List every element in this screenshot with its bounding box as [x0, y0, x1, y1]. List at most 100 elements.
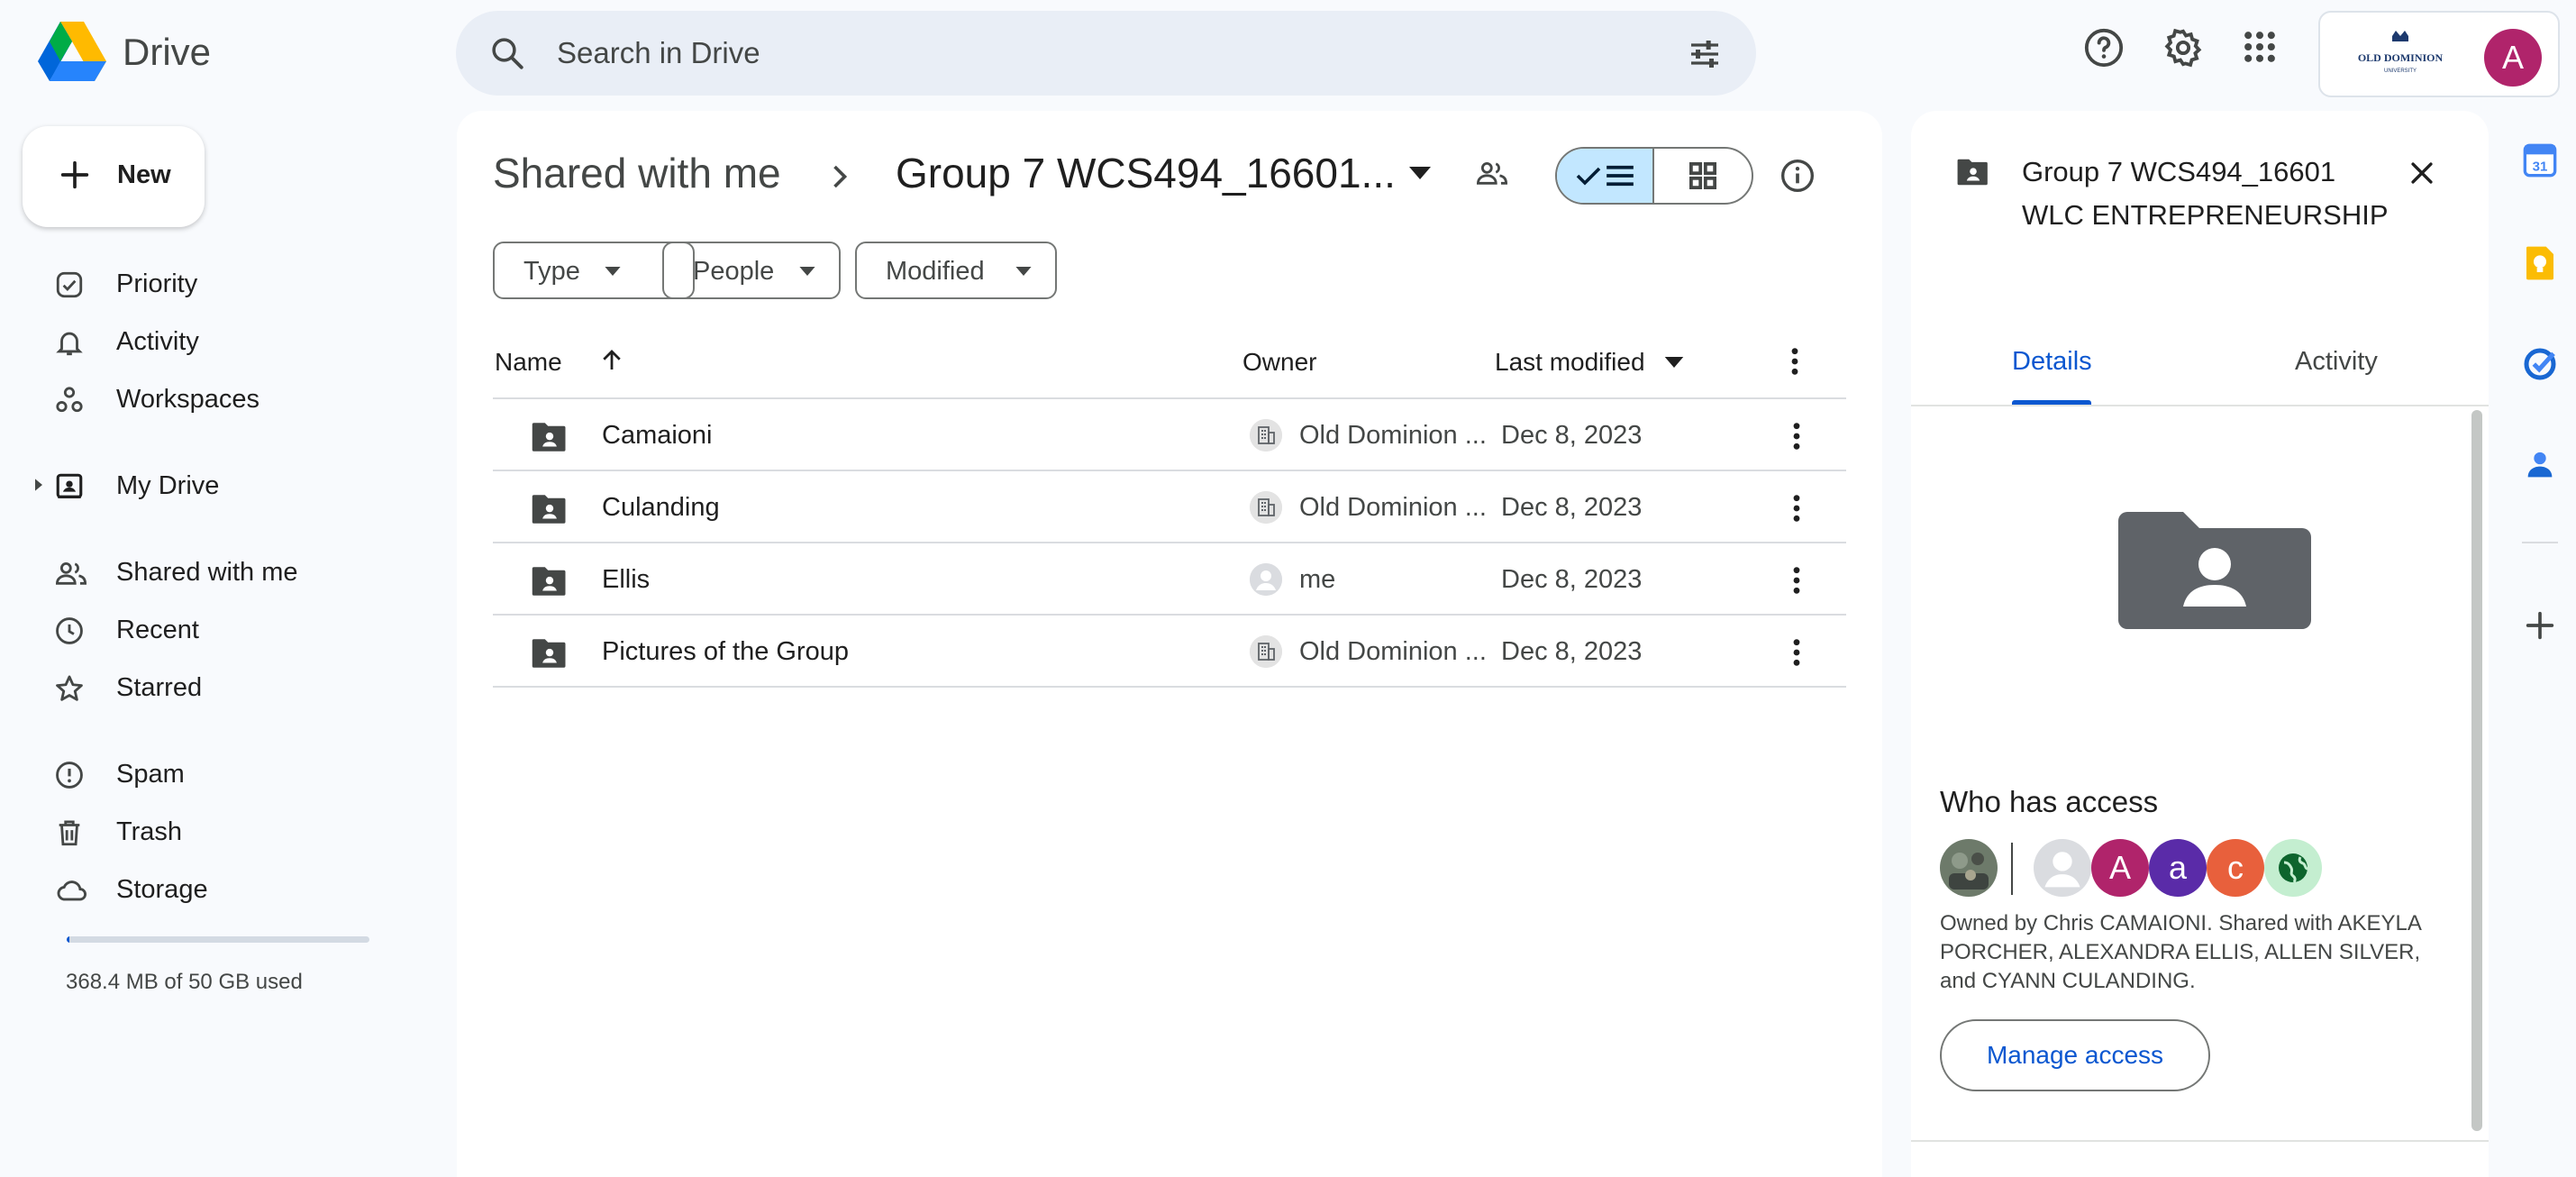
grid-view-button[interactable]: [1654, 149, 1752, 203]
more-actions-icon[interactable]: [1792, 565, 1801, 596]
file-modified-date: Dec 8, 2023: [1501, 565, 1643, 594]
shared-folder-icon: [531, 493, 569, 525]
shared-folder-preview-icon: [2118, 512, 2311, 629]
file-owner: Old Dominion ...: [1299, 493, 1487, 522]
divider: [2522, 542, 2558, 543]
plus-icon: [57, 157, 93, 193]
my-drive-icon: [54, 471, 85, 502]
close-icon[interactable]: [2407, 158, 2437, 188]
sidebar-item-storage[interactable]: Storage: [34, 863, 413, 914]
list-view-button[interactable]: [1557, 149, 1655, 203]
dropdown-arrow-icon: [1015, 267, 1032, 276]
file-name[interactable]: Culanding: [602, 493, 720, 523]
globe-icon[interactable]: [2264, 839, 2322, 897]
table-row[interactable]: Culanding Old Dominion ... Dec 8, 2023: [493, 471, 1846, 543]
manage-access-button[interactable]: Manage access: [1940, 1019, 2210, 1091]
folder-menu-dropdown-icon[interactable]: [1409, 167, 1431, 179]
user-avatar[interactable]: [2034, 839, 2091, 897]
help-icon[interactable]: [2083, 27, 2128, 72]
add-addon-plus-icon[interactable]: [2522, 607, 2558, 643]
search-input[interactable]: Search in Drive: [557, 36, 760, 70]
owner-avatar[interactable]: [1940, 839, 1998, 897]
star-icon: [54, 673, 85, 704]
workspaces-icon: [54, 385, 85, 415]
column-header-last-modified[interactable]: Last modified: [1495, 348, 1645, 377]
search-bar[interactable]: Search in Drive: [456, 11, 1756, 96]
details-scrollbar[interactable]: [2471, 410, 2482, 1131]
shared-folder-icon: [531, 637, 569, 670]
more-actions-icon[interactable]: [1792, 637, 1801, 668]
tab-details[interactable]: Details: [2012, 347, 2092, 377]
settings-gear-icon[interactable]: [2162, 27, 2207, 72]
column-options-more-icon[interactable]: [1790, 346, 1799, 377]
spam-icon: [54, 760, 85, 790]
table-row[interactable]: Pictures of the Group Old Dominion ... Dec…: [493, 616, 1846, 688]
modified-filter-chip[interactable]: Modified: [855, 242, 1057, 299]
app-name: Drive: [123, 31, 212, 73]
sidebar-item-recent[interactable]: Recent: [34, 604, 413, 654]
table-row[interactable]: Camaioni Old Dominion ... Dec 8, 2023: [493, 399, 1846, 471]
manage-access-label: Manage access: [1986, 1041, 2164, 1069]
sidebar-item-label: Activity: [116, 327, 199, 356]
file-name[interactable]: Camaioni: [602, 421, 713, 451]
sort-ascending-icon[interactable]: [598, 347, 625, 374]
sidebar-item-priority[interactable]: Priority: [34, 258, 413, 308]
manage-sharing-icon[interactable]: [1475, 158, 1509, 188]
sidebar-item-starred[interactable]: Starred: [34, 661, 413, 712]
file-owner: me: [1299, 565, 1336, 594]
sidebar-item-shared-with-me[interactable]: Shared with me: [34, 546, 413, 597]
file-owner: Old Dominion ...: [1299, 421, 1487, 450]
user-avatar[interactable]: A: [2484, 29, 2542, 87]
sidebar-item-label: Starred: [116, 673, 203, 702]
keep-icon[interactable]: [2522, 245, 2558, 281]
person-icon: [1250, 563, 1282, 596]
organization-icon: [1250, 491, 1282, 524]
info-icon[interactable]: [1780, 158, 1816, 194]
breadcrumb-root[interactable]: Shared with me: [493, 149, 781, 197]
sidebar-item-workspaces[interactable]: Workspaces: [34, 373, 413, 424]
sidebar-item-activity[interactable]: Activity: [34, 315, 413, 366]
apps-grid-icon[interactable]: [2240, 27, 2285, 72]
account-switcher[interactable]: OLD DOMINION UNIVERSITY A: [2318, 11, 2560, 97]
chip-label: Modified: [886, 257, 985, 286]
expand-arrow-icon[interactable]: [32, 478, 45, 492]
search-options-icon[interactable]: [1686, 36, 1724, 72]
search-icon[interactable]: [488, 34, 526, 72]
new-button[interactable]: New: [23, 126, 205, 227]
file-name[interactable]: Pictures of the Group: [602, 637, 849, 667]
breadcrumb-current-folder[interactable]: Group 7 WCS494_16601...: [896, 149, 1396, 197]
tab-activity[interactable]: Activity: [2295, 347, 2378, 377]
user-avatar[interactable]: a: [2149, 839, 2207, 897]
grid-icon: [1689, 162, 1716, 189]
chevron-right-icon: [830, 163, 850, 190]
dropdown-arrow-icon[interactable]: [1664, 357, 1684, 368]
file-name[interactable]: Ellis: [602, 565, 650, 595]
people-icon: [54, 558, 88, 588]
user-avatar[interactable]: A: [2091, 839, 2149, 897]
details-panel: Group 7 WCS494_16601 WLC ENTREPRENEURSHI…: [1911, 111, 2489, 1177]
people-filter-chip[interactable]: People: [662, 242, 841, 299]
contacts-icon[interactable]: [2522, 447, 2558, 483]
column-header-name[interactable]: Name: [495, 348, 562, 377]
drive-logo-icon[interactable]: [38, 20, 106, 81]
view-toggle: [1555, 147, 1753, 205]
file-browser-panel: Shared with me Group 7 WCS494_16601... T…: [457, 111, 1882, 1177]
tasks-icon[interactable]: [2522, 346, 2558, 382]
sidebar-item-trash[interactable]: Trash: [34, 806, 413, 856]
user-avatar[interactable]: c: [2207, 839, 2264, 897]
divider: [493, 686, 1846, 688]
org-name: OLD DOMINION: [2358, 51, 2444, 64]
table-row[interactable]: Ellis me Dec 8, 2023: [493, 543, 1846, 616]
file-modified-date: Dec 8, 2023: [1501, 493, 1643, 522]
calendar-day: 31: [2533, 160, 2548, 175]
sidebar-item-spam[interactable]: Spam: [34, 748, 413, 798]
sidebar-item-my-drive[interactable]: My Drive: [34, 460, 413, 510]
calendar-icon[interactable]: 31: [2522, 142, 2558, 178]
more-actions-icon[interactable]: [1792, 421, 1801, 452]
new-button-label: New: [117, 160, 171, 189]
organization-icon: [1250, 419, 1282, 452]
details-title: Group 7 WCS494_16601 WLC ENTREPRENEURSHI…: [2022, 156, 2389, 231]
divider: [2011, 843, 2013, 895]
more-actions-icon[interactable]: [1792, 493, 1801, 524]
dropdown-arrow-icon: [799, 267, 815, 276]
